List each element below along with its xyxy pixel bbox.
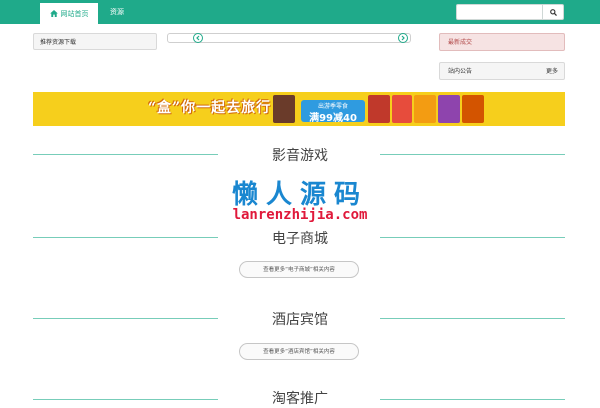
site-notice-more-link[interactable]: 更多 (546, 63, 558, 79)
search-icon (549, 8, 557, 16)
search-button[interactable] (542, 5, 563, 19)
snack-image (392, 95, 412, 123)
snack-image (462, 95, 484, 123)
banner-tag-main: 满99减40 (309, 113, 357, 124)
site-notice-title: 站内公告 (448, 68, 473, 75)
section-title-taoke: 淘客推广 (272, 391, 328, 407)
site-notice-panel: 站内公告 更多 (439, 62, 565, 80)
view-more-hotels-button[interactable]: 查看更多“酒店宾馆”相关内容 (239, 343, 359, 360)
view-more-e-mall-button[interactable]: 查看更多“电子商城”相关内容 (239, 261, 359, 278)
snack-image (273, 95, 295, 123)
search-box (456, 4, 564, 20)
carousel (167, 33, 411, 43)
carousel-prev-button[interactable] (193, 33, 203, 43)
section-title-media-games: 影音游戏 (272, 148, 328, 164)
nav-resources-tab[interactable]: 资源 (110, 0, 124, 24)
snack-image (368, 95, 390, 123)
search-input[interactable] (457, 5, 547, 19)
banner-title: “盒”你一起去旅行 (148, 100, 272, 116)
top-nav-bar: 网站首页 资源 (0, 0, 600, 24)
latest-deals-panel[interactable]: 最新成交 (439, 33, 565, 51)
nav-home-label: 网站首页 (60, 9, 89, 18)
watermark-en: lanrenzhijia.com (232, 207, 368, 223)
chevron-right-icon (401, 35, 405, 41)
chevron-left-icon (196, 35, 200, 41)
recommended-downloads-panel[interactable]: 推荐资源下载 (33, 33, 157, 50)
nav-home-tab[interactable]: 网站首页 (40, 3, 98, 24)
snack-image (414, 95, 436, 123)
home-icon (49, 10, 58, 17)
carousel-next-button[interactable] (398, 33, 408, 43)
section-title-e-mall: 电子商城 (272, 231, 328, 247)
snack-image (438, 95, 460, 123)
watermark-cn: 懒人源码 (231, 180, 368, 210)
promo-banner[interactable]: “盒”你一起去旅行 出游季零食 满99减40 (33, 92, 565, 126)
section-title-hotels: 酒店宾馆 (272, 312, 328, 328)
banner-promo-tag: 出游季零食 满99减40 (301, 100, 365, 124)
